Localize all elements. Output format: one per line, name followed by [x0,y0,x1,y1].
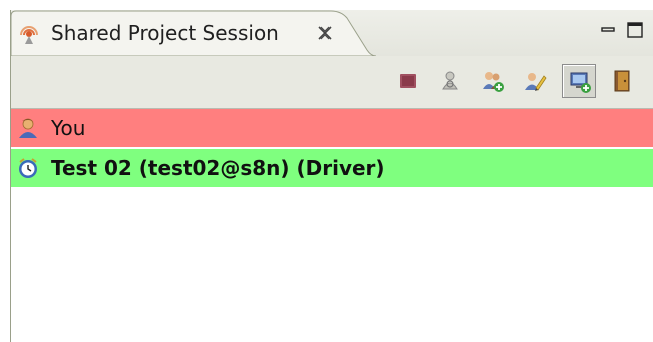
tab-shared-project-session[interactable]: Shared Project Session [11,10,376,56]
maximize-icon[interactable] [625,20,645,40]
restrict-write-button[interactable] [433,64,467,98]
stop-session-icon [400,74,416,88]
add-buddy-icon [483,72,504,92]
participant-name: Test 02 (test02@s8n) (Driver) [51,156,385,180]
shared-project-session-view: Shared Project Session You Test 02 (test… [10,10,653,342]
leave-session-button[interactable] [605,64,639,98]
give-driver-icon [525,73,547,91]
add-buddy-button[interactable] [476,64,510,98]
restrict-write-icon [442,71,458,90]
stop-session-button[interactable] [391,64,425,98]
view-tab-bar: Shared Project Session [11,10,653,56]
leave-session-icon [614,70,630,92]
tab-title: Shared Project Session [51,21,279,45]
participant-list: You Test 02 (test02@s8n) (Driver) [11,109,653,342]
minimize-icon[interactable] [599,20,619,40]
user-icon [17,117,39,139]
share-screen-button[interactable] [562,64,596,98]
give-driver-button[interactable] [518,64,552,98]
share-screen-icon [570,72,591,93]
session-toolbar [11,56,653,108]
participant-row-you[interactable]: You [11,109,653,147]
close-x-icon[interactable] [316,24,334,42]
clock-driver-icon [17,157,39,179]
participant-row-driver[interactable]: Test 02 (test02@s8n) (Driver) [11,149,653,187]
broadcast-session-icon [17,21,41,45]
participant-name: You [51,116,86,140]
